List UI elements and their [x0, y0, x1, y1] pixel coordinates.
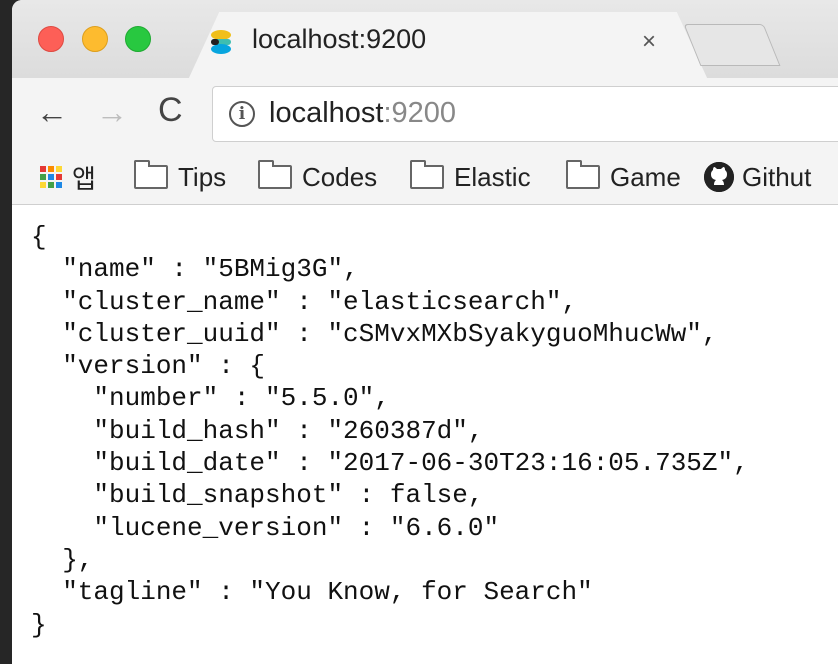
tab-strip: localhost:9200 ×	[12, 0, 838, 80]
folder-icon	[410, 160, 444, 189]
browser-toolbar: ← → C i localhost:9200	[12, 78, 838, 150]
json-line: "cluster_name" : "elasticsearch",	[62, 286, 578, 317]
info-icon[interactable]: i	[229, 101, 255, 127]
json-line: "tagline" : "You Know, for Search"	[62, 577, 593, 608]
reload-icon[interactable]: C	[158, 92, 183, 128]
json-line: "cluster_uuid" : "cSMvxMXbSyakyguoMhucWw…	[62, 318, 718, 349]
bookmark-label: 앱	[72, 163, 96, 194]
window-minimize-button[interactable]	[82, 26, 108, 52]
bookmark-label: Game	[610, 161, 681, 192]
address-bar[interactable]: i localhost:9200	[212, 86, 838, 142]
url-host: localhost	[269, 97, 384, 129]
page-content: { "name" : "5BMig3G", "cluster_name" : "…	[12, 205, 838, 664]
json-line: },	[62, 544, 94, 575]
bookmarks-bar: 앱 Tips Codes Elastic Game Githut	[12, 150, 838, 205]
bookmark-label: Codes	[302, 161, 378, 192]
url-port: :9200	[383, 97, 457, 129]
json-line: "build_date" : "2017-06-30T23:16:05.735Z…	[93, 448, 749, 479]
github-icon	[704, 162, 734, 192]
elastic-icon	[211, 30, 231, 54]
new-tab-button[interactable]	[683, 24, 781, 66]
tab-title: localhost:9200	[252, 24, 427, 54]
tab-close-icon[interactable]: ×	[642, 30, 656, 54]
json-line: {	[31, 222, 47, 252]
bookmark-label: Githut	[742, 161, 812, 192]
bookmark-label: Tips	[178, 161, 227, 192]
json-line: "build_snapshot" : false,	[93, 480, 484, 511]
window-maximize-button[interactable]	[125, 26, 151, 52]
json-line: "number" : "5.5.0",	[93, 383, 390, 414]
folder-icon	[134, 160, 168, 189]
bookmark-tips[interactable]: Tips	[134, 160, 226, 194]
bookmark-game[interactable]: Game	[566, 160, 681, 194]
folder-icon	[258, 160, 292, 189]
bookmark-elastic[interactable]: Elastic	[410, 160, 531, 194]
bookmark-apps[interactable]: 앱	[40, 160, 96, 194]
forward-arrow-icon[interactable]: →	[96, 96, 128, 128]
json-line: "build_hash" : "260387d",	[93, 415, 484, 446]
json-line: "version" : {	[62, 351, 266, 382]
json-response: { "name" : "5BMig3G", "cluster_name" : "…	[31, 221, 749, 641]
bookmark-github[interactable]: Githut	[704, 160, 811, 194]
browser-window: localhost:9200 × ← → C i localhost:9200 …	[12, 0, 838, 664]
back-arrow-icon[interactable]: ←	[36, 96, 68, 128]
json-line: }	[31, 609, 47, 640]
folder-icon	[566, 160, 600, 189]
json-line: "name" : "5BMig3G",	[62, 254, 359, 285]
bookmark-codes[interactable]: Codes	[258, 160, 377, 194]
json-line: "lucene_version" : "6.6.0"	[93, 512, 500, 543]
url-text[interactable]: localhost:9200	[269, 97, 456, 130]
bookmark-label: Elastic	[454, 161, 531, 192]
apps-grid-icon	[40, 166, 62, 188]
window-close-button[interactable]	[38, 26, 64, 52]
